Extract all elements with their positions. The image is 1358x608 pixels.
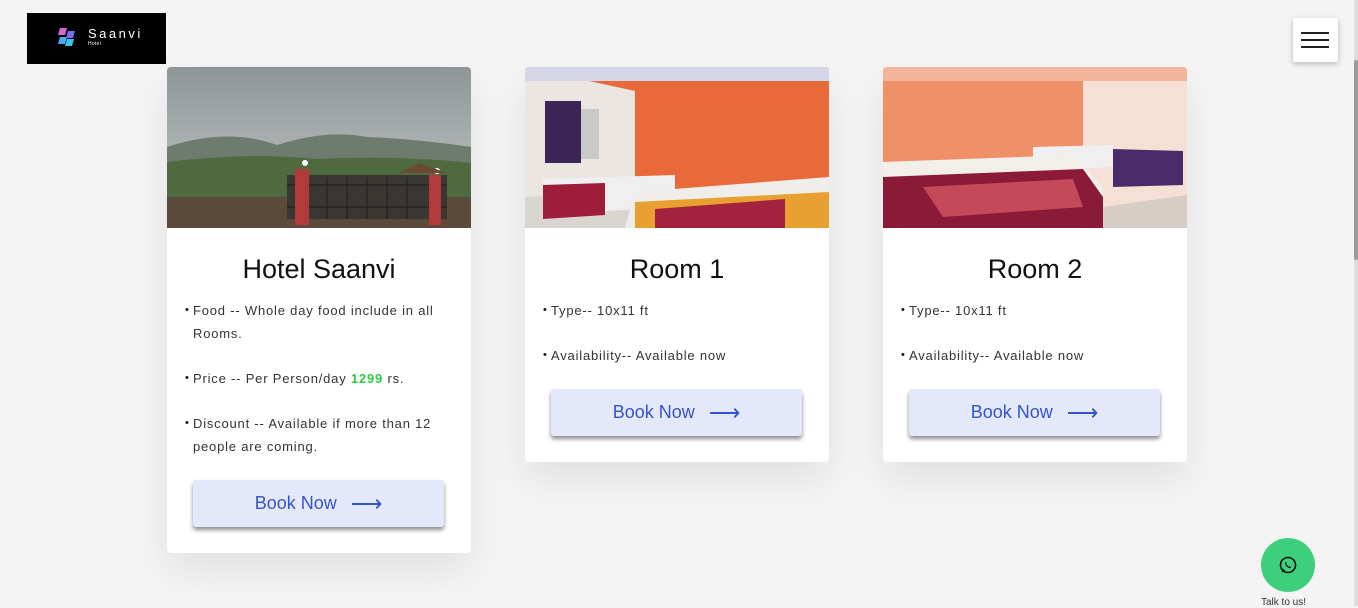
list-item: Availability-- Available now <box>901 344 1161 367</box>
logo-mark-icon <box>58 28 75 46</box>
card-room-1: Room 1 Type-- 10x11 ft Availability-- Av… <box>525 67 829 462</box>
card-hotel-saanvi: Hotel Saanvi Food -- Whole day food incl… <box>167 67 471 553</box>
button-label: Book Now <box>970 402 1053 422</box>
card-title: Room 2 <box>987 254 1083 284</box>
whatsapp-icon <box>1279 556 1297 574</box>
book-now-button[interactable]: Book Now ⟶ <box>551 389 802 436</box>
arrow-right-icon: ⟶ <box>708 399 741 425</box>
card-title: Hotel Saanvi <box>242 254 396 284</box>
list-item: Type-- 10x11 ft <box>901 299 1161 322</box>
list-item: Discount -- Available if more than 12 pe… <box>185 412 445 458</box>
room-2-image <box>883 67 1187 228</box>
brand-subtitle: Hotel <box>88 41 102 47</box>
list-item: Availability-- Available now <box>543 344 803 367</box>
whatsapp-chat-button[interactable] <box>1261 538 1315 592</box>
book-now-button[interactable]: Book Now ⟶ <box>193 480 444 527</box>
price-unit: rs. <box>383 371 405 386</box>
feature-list: Type-- 10x11 ft Availability-- Available… <box>525 299 829 367</box>
hamburger-line <box>1301 46 1329 48</box>
button-label: Book Now <box>254 493 337 513</box>
feature-list: Type-- 10x11 ft Availability-- Available… <box>883 299 1187 367</box>
whatsapp-label: Talk to us! <box>1261 597 1307 608</box>
card-room-2: Room 2 Type-- 10x11 ft Availability-- Av… <box>883 67 1187 462</box>
hotel-exterior-image <box>167 67 471 228</box>
hamburger-menu-button[interactable] <box>1293 18 1338 62</box>
list-item: Type-- 10x11 ft <box>543 299 803 322</box>
feature-list: Food -- Whole day food include in all Ro… <box>167 299 471 458</box>
hamburger-line <box>1301 39 1329 41</box>
room-1-image <box>525 67 829 228</box>
hamburger-line <box>1301 32 1329 34</box>
arrow-right-icon: ⟶ <box>1066 399 1099 425</box>
arrow-right-icon: ⟶ <box>350 490 383 516</box>
price-value: 1299 <box>350 371 384 386</box>
card-title: Room 1 <box>629 254 725 284</box>
brand-name: Saanvi <box>88 26 143 41</box>
price-label: Price -- Per Person/day <box>193 371 351 386</box>
list-item: Price -- Per Person/day 1299 rs. <box>185 367 445 390</box>
list-item: Food -- Whole day food include in all Ro… <box>185 299 445 345</box>
button-label: Book Now <box>612 402 695 422</box>
page-scrollbar[interactable] <box>1354 0 1358 606</box>
book-now-button[interactable]: Book Now ⟶ <box>909 389 1160 436</box>
brand-text: Saanvi Hotel <box>88 26 143 47</box>
brand-logo[interactable]: Saanvi Hotel <box>27 13 166 64</box>
scrollbar-thumb[interactable] <box>1354 60 1358 260</box>
